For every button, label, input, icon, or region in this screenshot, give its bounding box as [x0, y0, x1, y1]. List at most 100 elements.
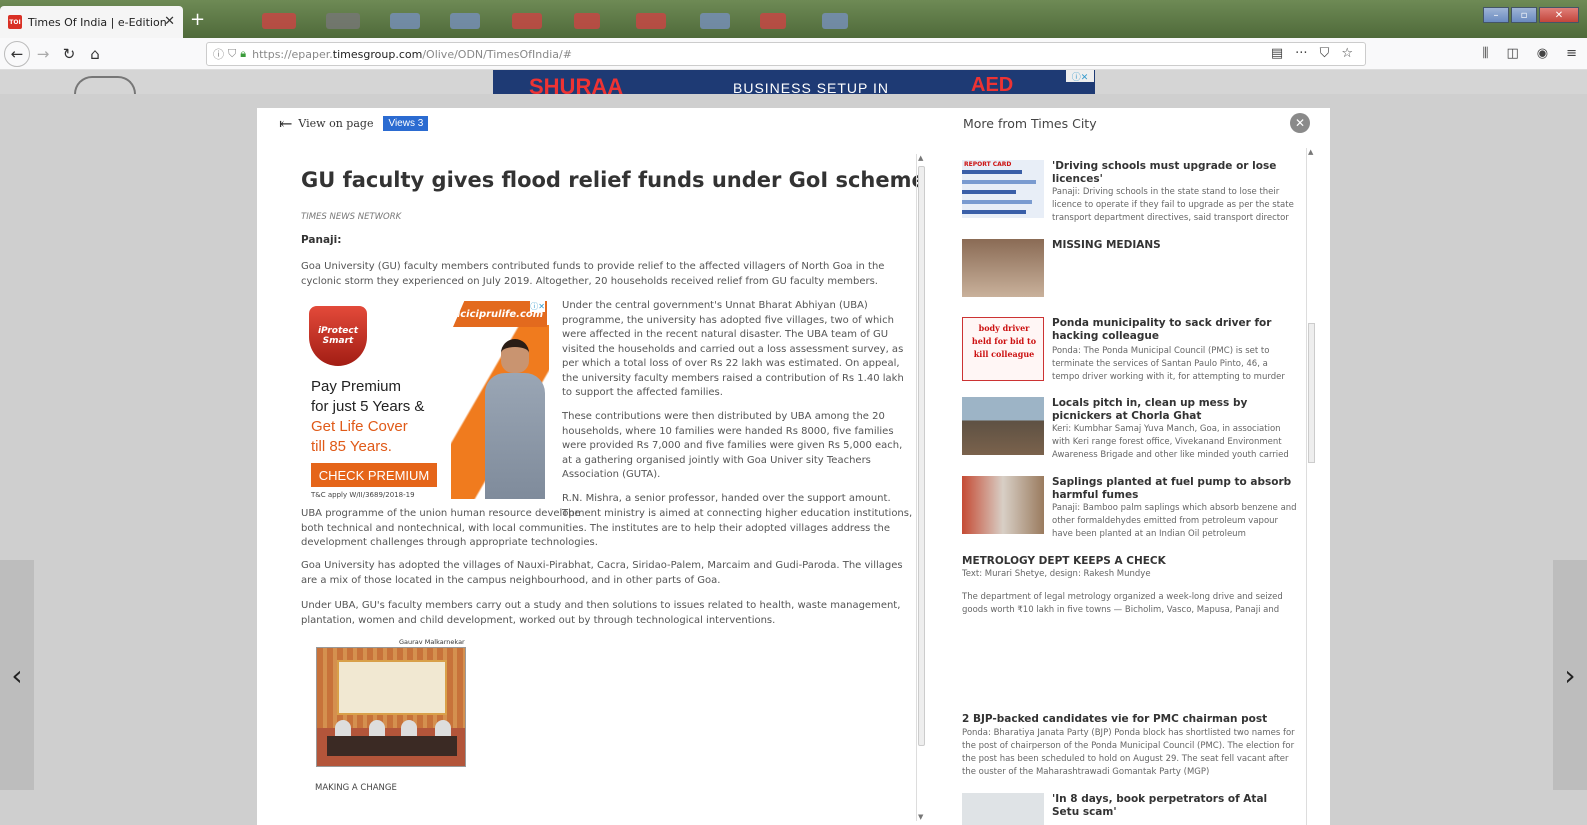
- related-title[interactable]: 'In 8 days, book perpetrators of Atal Se…: [1052, 793, 1297, 819]
- sidebar-icon[interactable]: ◫: [1506, 46, 1518, 61]
- related-scrollbar[interactable]: ▲: [1306, 148, 1316, 825]
- ad-model-image: [483, 339, 547, 499]
- related-title[interactable]: METROLOGY DEPT KEEPS A CHECK: [962, 555, 1297, 568]
- pocket-icon[interactable]: ⛉: [1320, 46, 1330, 61]
- back-icon[interactable]: ←: [4, 40, 30, 67]
- close-panel-icon[interactable]: ✕: [1290, 113, 1310, 133]
- related-thumbnail: [962, 397, 1044, 455]
- article-paragraph: Goa University (GU) faculty members cont…: [301, 261, 885, 287]
- related-item[interactable]: REPORT CARD 'Driving schools must upgrad…: [962, 160, 1302, 223]
- home-icon[interactable]: ⌂: [82, 41, 108, 67]
- scrollbar-thumb[interactable]: [1308, 323, 1315, 463]
- related-thumbnail: [962, 239, 1044, 297]
- background-tab[interactable]: [760, 13, 786, 29]
- url-path: /Olive/ODN/TimesOfIndia/#: [422, 47, 572, 61]
- related-stories-column: More from Times City ✕ REPORT CARD 'Driv…: [930, 108, 1330, 825]
- related-title[interactable]: 2 BJP-backed candidates vie for PMC chai…: [962, 713, 1297, 726]
- new-tab-button[interactable]: +: [190, 9, 205, 30]
- ad-close-icon[interactable]: ⓘ✕: [530, 301, 545, 312]
- related-item[interactable]: 2 BJP-backed candidates vie for PMC chai…: [962, 713, 1302, 783]
- next-page-button[interactable]: ›: [1553, 560, 1587, 790]
- navigation-toolbar: ← → ↻ ⌂ ⓘ ⛉ 🔒︎ https://epaper. timesgrou…: [0, 38, 1587, 70]
- article-paragraph: Goa University has adopted the villages …: [301, 560, 903, 586]
- tab-title: Times Of India | e-Edition: [28, 15, 167, 29]
- minimize-button[interactable]: –: [1483, 7, 1509, 23]
- ad-price: AED: [971, 74, 1014, 94]
- related-title[interactable]: 'Driving schools must upgrade or lose li…: [1052, 160, 1297, 186]
- shield-icon[interactable]: ⛉: [228, 47, 236, 61]
- article-paragraph: These contributions were then distribute…: [562, 411, 903, 480]
- times-emblem-logo: [74, 76, 136, 94]
- scroll-up-icon[interactable]: ▲: [918, 154, 923, 162]
- related-item[interactable]: MISSING MEDIANS: [962, 239, 1302, 299]
- scroll-down-icon[interactable]: ▼: [918, 813, 923, 821]
- article-paragraph: Under the central government's Unnat Bha…: [562, 300, 904, 398]
- window-controls: – ▫ ✕: [1483, 7, 1579, 23]
- forward-icon[interactable]: →: [30, 41, 56, 67]
- article-paragraph: Under UBA, GU's faculty members carry ou…: [301, 600, 901, 626]
- article-byline: TIMES NEWS NETWORK: [301, 212, 402, 222]
- tab-times-of-india[interactable]: TOI Times Of India | e-Edition ✕: [0, 6, 183, 38]
- related-title[interactable]: Ponda municipality to sack driver for ha…: [1052, 317, 1297, 343]
- related-title[interactable]: MISSING MEDIANS: [1052, 239, 1297, 252]
- background-tab[interactable]: [822, 13, 848, 29]
- background-tab[interactable]: [574, 13, 600, 29]
- view-on-page-icon[interactable]: ⇤: [279, 114, 292, 133]
- reload-icon[interactable]: ↻: [56, 41, 82, 67]
- photo-caption: MAKING A CHANGE: [315, 783, 397, 793]
- background-tab[interactable]: [450, 13, 480, 29]
- scrollbar-thumb[interactable]: [918, 166, 925, 746]
- article-headline: GU faculty gives flood relief funds unde…: [301, 168, 926, 192]
- background-tab[interactable]: [700, 13, 730, 29]
- related-thumbnail: REPORT CARD: [962, 160, 1044, 218]
- lock-icon[interactable]: 🔒︎: [240, 47, 246, 61]
- url-host: timesgroup.com: [332, 47, 423, 61]
- photo-credit: Gaurav Malkarnekar: [399, 638, 465, 646]
- view-on-page-bar[interactable]: ⇤ View on page Views 3: [279, 114, 429, 133]
- library-icon[interactable]: ⫼: [1482, 46, 1488, 61]
- tab-close-icon[interactable]: ✕: [164, 14, 175, 29]
- related-title[interactable]: Saplings planted at fuel pump to absorb …: [1052, 476, 1297, 502]
- toi-favicon-icon: TOI: [8, 15, 22, 29]
- related-snippet: Panaji: Bamboo palm saplings which absor…: [1052, 503, 1297, 539]
- ad-brand: SHURAA: [529, 74, 624, 94]
- previous-page-button[interactable]: ‹: [0, 560, 34, 790]
- related-thumbnail: [962, 476, 1044, 534]
- ad-close-icon[interactable]: ⓘ✕: [1066, 70, 1094, 83]
- background-tab[interactable]: [262, 13, 296, 29]
- related-item[interactable]: Locals pitch in, clean up mess by picnic…: [962, 397, 1302, 460]
- more-icon[interactable]: ···: [1295, 46, 1307, 61]
- background-tab[interactable]: [326, 13, 360, 29]
- background-tab[interactable]: [512, 13, 542, 29]
- window-close-button[interactable]: ✕: [1539, 7, 1579, 23]
- header-ad-banner[interactable]: SHURAA BUSINESS SETUP IN AED: [493, 70, 1095, 94]
- reader-icon[interactable]: ▤: [1271, 46, 1283, 61]
- background-tab[interactable]: [390, 13, 420, 29]
- related-title[interactable]: Locals pitch in, clean up mess by picnic…: [1052, 397, 1297, 423]
- article-photo[interactable]: [316, 647, 466, 767]
- url-prefix: https://epaper.: [252, 47, 333, 61]
- iprotect-badge: iProtect Smart: [309, 306, 367, 366]
- ad-tagline: BUSINESS SETUP IN: [733, 80, 890, 94]
- badge-line: iProtect: [317, 326, 359, 336]
- related-snippet: Ponda: Bharatiya Janata Party (BJP) Pond…: [962, 728, 1295, 777]
- related-item[interactable]: body driver held for bid to kill colleag…: [962, 317, 1302, 382]
- maximize-button[interactable]: ▫: [1511, 7, 1537, 23]
- article-dateline: Panaji:: [301, 234, 342, 246]
- background-tab[interactable]: [636, 13, 666, 29]
- insurance-ad[interactable]: iProtect Smart iciciprulife.com Pay Prem…: [301, 299, 549, 499]
- scroll-up-icon[interactable]: ▲: [1308, 148, 1313, 156]
- view-on-page-link[interactable]: View on page: [298, 117, 373, 130]
- article-scrollbar[interactable]: ▲ ▼: [916, 154, 926, 821]
- info-icon[interactable]: ⓘ: [213, 46, 224, 62]
- related-item[interactable]: 'In 8 days, book perpetrators of Atal Se…: [962, 793, 1302, 825]
- ad-terms: T&C apply W/II/3689/2018-19: [311, 491, 415, 499]
- menu-icon[interactable]: ≡: [1566, 46, 1577, 61]
- bookmark-star-icon[interactable]: ☆: [1341, 46, 1353, 61]
- check-premium-button[interactable]: CHECK PREMIUM: [311, 463, 437, 487]
- url-bar[interactable]: ⓘ ⛉ 🔒︎ https://epaper. timesgroup.com /O…: [206, 42, 1366, 66]
- site-header: SHURAA BUSINESS SETUP IN AED ⓘ✕: [0, 70, 1587, 94]
- account-icon[interactable]: ◉: [1537, 46, 1548, 61]
- related-item[interactable]: METROLOGY DEPT KEEPS A CHECK Text: Murar…: [962, 555, 1302, 625]
- related-item[interactable]: Saplings planted at fuel pump to absorb …: [962, 476, 1302, 539]
